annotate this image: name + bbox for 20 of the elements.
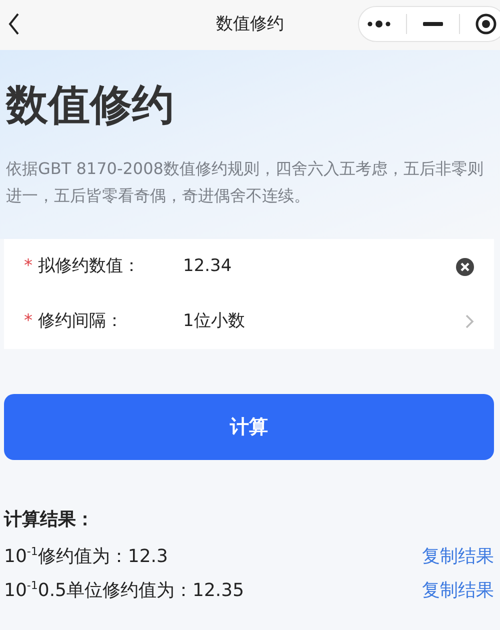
field-label: 修约间隔： <box>38 310 124 333</box>
field-label: 拟修约数值： <box>38 254 141 278</box>
page-title: 数值修约 <box>216 13 284 36</box>
clear-icon[interactable] <box>456 258 474 276</box>
select-field[interactable]: 1位小数 <box>183 308 465 334</box>
result-text: 10$^{-1}$0.5单位修约值为：12.35 <box>4 578 244 603</box>
description-text: 依据GBT 8170-2008数值修约规则，四舍六入五考虑，五后非零则进一，五后皆零看奇偶，奇进偶舍不连续。 <box>6 158 484 207</box>
minimize-icon[interactable] <box>422 22 443 26</box>
back-icon[interactable] <box>8 13 20 35</box>
input-field[interactable]: 12.34 <box>183 254 456 280</box>
calculate-button[interactable]: 计算 <box>4 394 494 460</box>
result-text: 10$^{-1}$修约值为：12.3 <box>4 544 168 569</box>
more-icon[interactable] <box>366 20 391 28</box>
copy-result-link[interactable]: 复制结果 <box>422 576 494 604</box>
page-heading: 数值修约 <box>6 80 175 130</box>
close-icon[interactable] <box>475 13 498 35</box>
required-mark: * <box>24 310 34 333</box>
results-title: 计算结果： <box>4 508 95 532</box>
copy-result-link[interactable]: 复制结果 <box>422 542 494 570</box>
required-mark: * <box>24 254 34 278</box>
